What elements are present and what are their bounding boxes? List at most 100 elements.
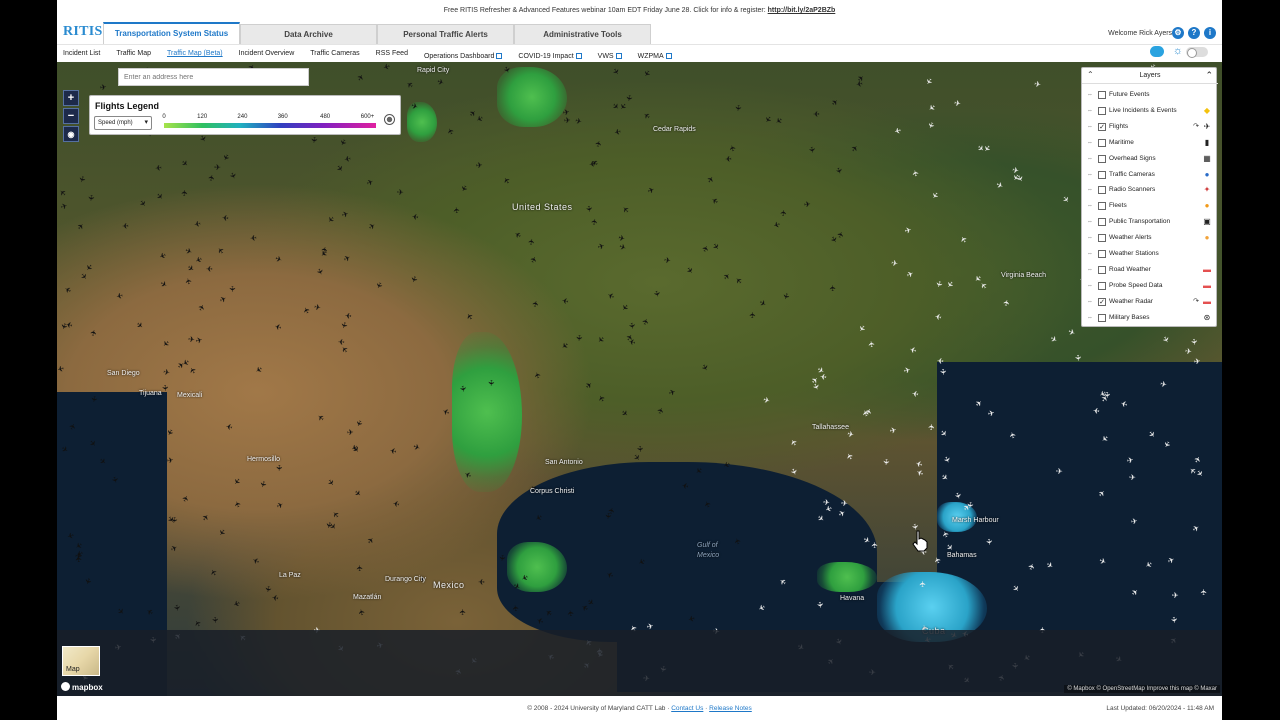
plane-icon[interactable]: ✈ (762, 395, 771, 406)
plane-icon[interactable]: ✈ (221, 212, 228, 221)
chevron-up-icon[interactable]: ⌃ (1205, 70, 1213, 81)
plane-icon[interactable]: ✈ (86, 194, 96, 202)
plane-icon[interactable]: ✈ (684, 265, 695, 276)
plane-icon[interactable]: ✈ (663, 256, 671, 266)
plane-icon[interactable]: ✈ (169, 543, 179, 554)
plane-icon[interactable]: ✈ (441, 406, 451, 417)
plane-icon[interactable]: ✈ (154, 191, 165, 202)
layer-checkbox[interactable] (1098, 154, 1106, 163)
plane-icon[interactable]: ✈ (274, 255, 283, 266)
map-attribution[interactable]: © Mapbox © OpenStreetMap Improve this ma… (1064, 685, 1220, 693)
layer-row-fleets[interactable]: ⇔ Fleets ● (1082, 199, 1218, 214)
plane-icon[interactable]: ✈ (160, 338, 171, 349)
plane-icon[interactable]: ✈ (181, 494, 192, 504)
plane-icon[interactable]: ✈ (828, 284, 837, 291)
plane-icon[interactable]: ✈ (905, 269, 915, 280)
plane-icon[interactable]: ✈ (620, 302, 631, 313)
plane-icon[interactable]: ✈ (984, 538, 994, 546)
plane-icon[interactable]: ✈ (533, 370, 544, 379)
layer-checkbox[interactable] (1098, 170, 1106, 179)
plane-icon[interactable]: ✈ (179, 158, 190, 169)
plane-icon[interactable]: ✈ (1189, 338, 1199, 346)
plane-icon[interactable]: ✈ (757, 298, 767, 309)
plane-icon[interactable]: ✈ (184, 277, 194, 286)
plane-icon[interactable]: ✈ (706, 174, 717, 184)
plane-icon[interactable]: ✈ (589, 218, 599, 226)
plane-icon[interactable]: ✈ (925, 121, 936, 131)
nav-incident-overview[interactable]: Incident Overview (239, 50, 295, 57)
plane-icon[interactable]: ✈ (502, 175, 513, 186)
mapbox-logo[interactable]: mapbox (61, 682, 103, 692)
plane-icon[interactable]: ✈ (352, 488, 363, 499)
plane-icon[interactable]: ✈ (208, 567, 219, 577)
plane-icon[interactable]: ✈ (486, 379, 495, 386)
plane-icon[interactable]: ✈ (1049, 334, 1059, 345)
layer-row-weather-stations[interactable]: ⇔ Weather Stations (1082, 247, 1218, 262)
plane-icon[interactable]: ✈ (58, 187, 69, 198)
plane-icon[interactable]: ✈ (611, 101, 622, 112)
plane-icon[interactable]: ✈ (221, 152, 232, 162)
plane-icon[interactable]: ✈ (227, 171, 238, 181)
plane-icon[interactable]: ✈ (89, 395, 99, 403)
plane-icon[interactable]: ✈ (464, 311, 475, 322)
plane-icon[interactable]: ✈ (762, 114, 773, 125)
tab-administrative-tools[interactable]: Administrative Tools (514, 24, 651, 44)
layer-row-probe-speed-data[interactable]: ⇔ Probe Speed Data ▬ (1082, 279, 1218, 294)
plane-icon[interactable]: ✈ (867, 340, 877, 348)
plane-icon[interactable]: ✈ (116, 290, 124, 300)
plane-icon[interactable]: ✈ (1126, 455, 1134, 465)
plane-icon[interactable]: ✈ (733, 275, 744, 286)
plane-icon[interactable]: ✈ (275, 500, 285, 511)
plane-icon[interactable]: ✈ (193, 219, 201, 229)
drag-handle-icon[interactable]: ⇔ (1087, 187, 1093, 193)
plane-icon[interactable]: ✈ (227, 286, 236, 293)
tab-transportation-system-status[interactable]: Transportation System Status (103, 22, 240, 44)
plane-icon[interactable]: ✈ (232, 500, 243, 509)
plane-icon[interactable]: ✈ (274, 465, 283, 472)
plane-icon[interactable]: ✈ (201, 512, 212, 523)
plane-icon[interactable]: ✈ (74, 556, 84, 564)
nav-rss-feed[interactable]: RSS Feed (376, 50, 408, 57)
plane-icon[interactable]: ✈ (342, 253, 352, 264)
drag-handle-icon[interactable]: ⇔ (1087, 299, 1093, 305)
ritis-logo[interactable]: RITIS (63, 24, 103, 40)
layer-checkbox[interactable] (1098, 265, 1106, 274)
layer-checkbox[interactable] (1098, 91, 1106, 99)
dark-mode-toggle[interactable] (1186, 47, 1208, 58)
plane-icon[interactable]: ✈ (365, 177, 375, 188)
plane-icon[interactable]: ✈ (804, 199, 812, 209)
plane-icon[interactable]: ✈ (1185, 347, 1193, 357)
plane-icon[interactable]: ✈ (57, 363, 65, 373)
plane-icon[interactable]: ✈ (452, 206, 462, 214)
plane-icon[interactable]: ✈ (445, 126, 456, 136)
drag-handle-icon[interactable]: ⇔ (1087, 251, 1093, 257)
plane-icon[interactable]: ✈ (325, 477, 336, 488)
plane-icon[interactable]: ✈ (923, 76, 934, 87)
plane-icon[interactable]: ✈ (700, 363, 711, 373)
plane-icon[interactable]: ✈ (584, 380, 595, 391)
layer-row-future-events[interactable]: ⇔ Future Events (1082, 88, 1218, 103)
accessibility-icon[interactable]: i (1204, 27, 1216, 39)
plane-icon[interactable]: ✈ (78, 271, 89, 282)
plane-icon[interactable]: ✈ (807, 146, 817, 154)
plane-icon[interactable]: ✈ (154, 163, 162, 173)
plane-icon[interactable]: ✈ (1172, 591, 1179, 600)
drag-handle-icon[interactable]: ⇔ (1087, 283, 1093, 289)
locate-me-icon[interactable]: ◉ (63, 126, 79, 142)
plane-icon[interactable]: ✈ (76, 175, 86, 184)
drag-handle-icon[interactable]: ⇔ (1087, 108, 1093, 114)
plane-icon[interactable]: ✈ (607, 290, 617, 301)
plane-icon[interactable]: ✈ (169, 516, 179, 524)
plane-icon[interactable]: ✈ (829, 97, 840, 108)
plane-icon[interactable]: ✈ (166, 455, 174, 465)
plane-icon[interactable]: ✈ (263, 585, 273, 593)
plane-icon[interactable]: ✈ (249, 233, 256, 243)
plane-icon[interactable]: ✈ (216, 245, 227, 256)
drag-handle-icon[interactable]: ⇔ (1087, 203, 1093, 209)
settings-gear-icon[interactable]: ⚙ (1172, 27, 1184, 39)
plane-icon[interactable]: ✈ (334, 163, 345, 174)
plane-icon[interactable]: ✈ (627, 322, 637, 330)
legend-metric-select[interactable]: Speed (mph) (94, 116, 152, 130)
plane-icon[interactable]: ✈ (995, 180, 1005, 191)
plane-icon[interactable]: ✈ (344, 154, 352, 164)
